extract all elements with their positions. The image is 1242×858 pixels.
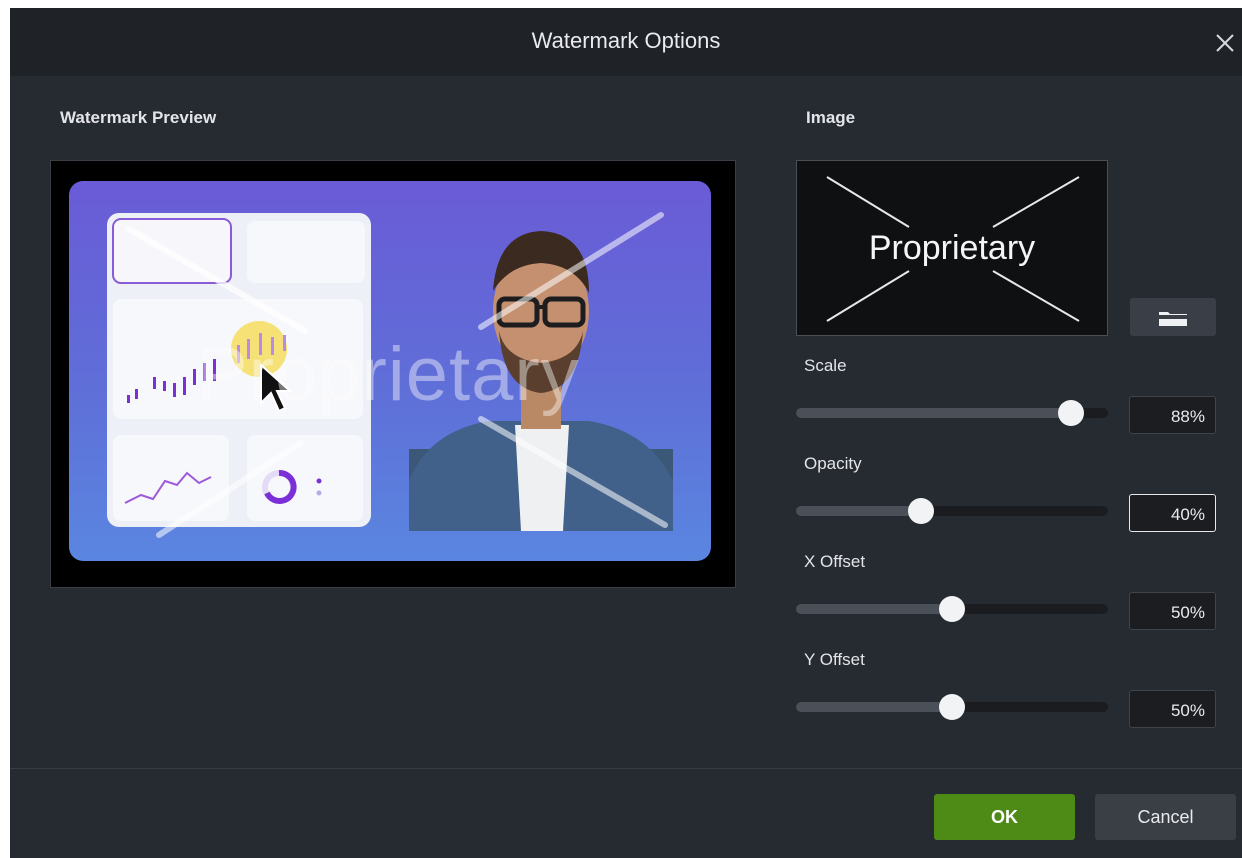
watermark-preview: Proprietary bbox=[50, 160, 736, 588]
opacity-slider[interactable] bbox=[796, 498, 1108, 524]
folder-icon bbox=[1157, 312, 1189, 326]
y-offset-slider-thumb[interactable] bbox=[939, 694, 965, 720]
ok-button[interactable]: OK bbox=[934, 794, 1075, 840]
close-icon bbox=[1216, 34, 1234, 52]
watermark-image-thumbnail: Proprietary bbox=[796, 160, 1108, 336]
x-offset-value-field[interactable]: 50% bbox=[1129, 592, 1216, 630]
scale-slider-thumb[interactable] bbox=[1057, 400, 1084, 426]
cancel-button[interactable]: Cancel bbox=[1095, 794, 1236, 840]
image-label: Image bbox=[806, 108, 856, 127]
preview-watermark-text: Proprietary bbox=[197, 332, 580, 417]
x-offset-label: X Offset bbox=[804, 552, 866, 571]
opacity-slider-thumb[interactable] bbox=[907, 498, 934, 524]
watermark-options-dialog: Watermark Options Watermark Preview Prop… bbox=[10, 8, 1242, 858]
y-offset-slider[interactable] bbox=[796, 694, 1108, 720]
scale-slider[interactable] bbox=[796, 400, 1108, 426]
x-offset-slider-fill bbox=[796, 604, 952, 614]
x-offset-slider[interactable] bbox=[796, 596, 1108, 622]
y-offset-value-field[interactable]: 50% bbox=[1129, 690, 1216, 728]
preview-label: Watermark Preview bbox=[60, 108, 217, 127]
scale-slider-fill bbox=[796, 408, 1071, 418]
thumbnail-watermark-text: Proprietary bbox=[868, 229, 1036, 267]
y-offset-label: Y Offset bbox=[804, 650, 865, 669]
footer-divider bbox=[10, 768, 1242, 769]
opacity-value-field[interactable]: 40% bbox=[1129, 494, 1216, 532]
dialog-title: Watermark Options bbox=[531, 28, 721, 53]
close-button[interactable] bbox=[1212, 30, 1238, 56]
x-offset-slider-thumb[interactable] bbox=[939, 596, 965, 622]
y-offset-slider-fill bbox=[796, 702, 952, 712]
opacity-slider-fill bbox=[796, 506, 921, 516]
scale-value-field[interactable]: 88% bbox=[1129, 396, 1216, 434]
browse-image-button[interactable] bbox=[1130, 298, 1216, 336]
scale-label: Scale bbox=[804, 356, 847, 375]
preview-stage: Proprietary bbox=[69, 181, 711, 561]
opacity-label: Opacity bbox=[804, 454, 862, 473]
title-bar: Watermark Options bbox=[10, 8, 1242, 76]
